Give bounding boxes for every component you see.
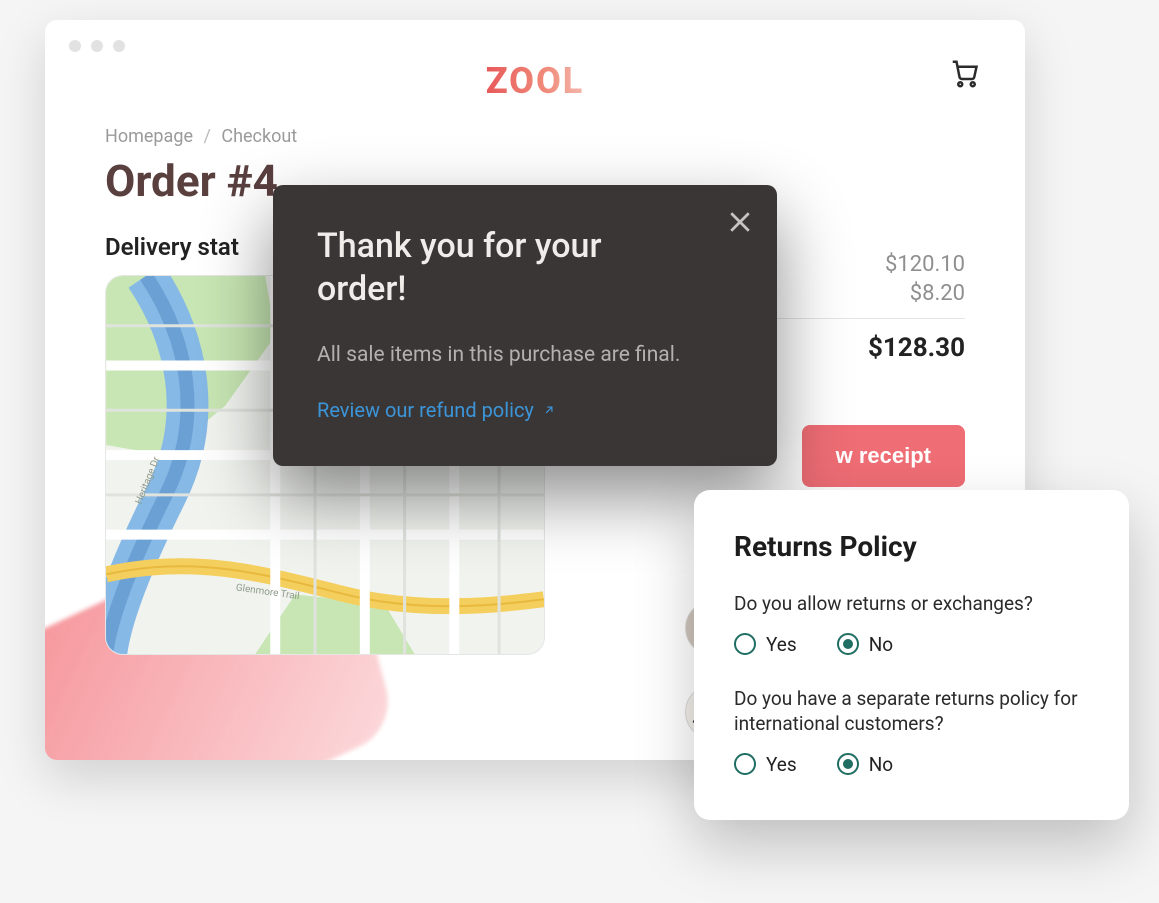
- breadcrumb-current: Checkout: [221, 126, 297, 147]
- cart-button[interactable]: [947, 56, 981, 90]
- radio-label: Yes: [766, 753, 797, 776]
- radio-label: Yes: [766, 633, 797, 656]
- radio-icon: [734, 633, 756, 655]
- window-traffic-lights: [45, 20, 1025, 52]
- breadcrumb: Homepage / Checkout: [105, 126, 965, 147]
- radio-label: No: [869, 633, 893, 656]
- radio-icon: [837, 753, 859, 775]
- traffic-dot: [91, 40, 103, 52]
- radio-icon: [734, 753, 756, 775]
- returns-question-1: Do you allow returns or exchanges?: [734, 591, 1089, 617]
- breadcrumb-separator: /: [203, 126, 210, 147]
- radio-icon: [837, 633, 859, 655]
- refund-policy-link[interactable]: Review our refund policy: [317, 398, 556, 422]
- modal-title: Thank you for your order!: [317, 225, 637, 310]
- traffic-dot: [113, 40, 125, 52]
- returns-q2-options: Yes No: [734, 753, 1089, 776]
- brand-logo: ZOOL: [486, 60, 585, 102]
- radio-label: No: [869, 753, 893, 776]
- q1-option-yes[interactable]: Yes: [734, 633, 797, 656]
- breadcrumb-home[interactable]: Homepage: [105, 126, 193, 147]
- modal-body: All sale items in this purchase are fina…: [317, 340, 697, 370]
- external-link-icon: [542, 403, 556, 417]
- close-icon: [725, 207, 755, 237]
- returns-question-2: Do you have a separate returns policy fo…: [734, 686, 1089, 737]
- q1-option-no[interactable]: No: [837, 633, 893, 656]
- returns-policy-card: Returns Policy Do you allow returns or e…: [694, 490, 1129, 820]
- traffic-dot: [69, 40, 81, 52]
- thank-you-modal: Thank you for your order! All sale items…: [273, 185, 777, 466]
- returns-policy-title: Returns Policy: [734, 530, 1089, 563]
- q2-option-no[interactable]: No: [837, 753, 893, 776]
- close-button[interactable]: [725, 207, 755, 237]
- topbar: ZOOL: [45, 52, 1025, 126]
- q2-option-yes[interactable]: Yes: [734, 753, 797, 776]
- refund-policy-link-text: Review our refund policy: [317, 398, 534, 422]
- returns-q1-options: Yes No: [734, 633, 1089, 656]
- cart-icon: [949, 58, 979, 88]
